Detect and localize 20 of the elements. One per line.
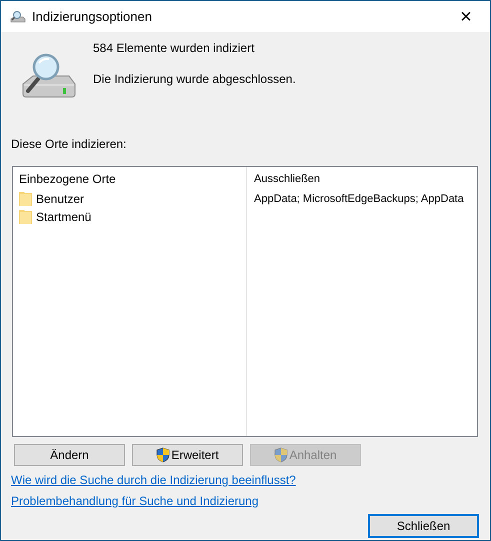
help-link[interactable]: Wie wird die Suche durch die Indizierung beeinflusst? <box>11 473 296 488</box>
location-name[interactable]: Startmenü <box>36 210 92 224</box>
folder-icon <box>19 191 33 207</box>
column-header: Ausschließen <box>254 173 320 185</box>
close-button[interactable]: Schließen <box>368 514 479 538</box>
search-drive-icon <box>10 10 26 24</box>
shield-icon <box>274 447 288 463</box>
close-icon[interactable]: × <box>451 6 481 26</box>
indexed-count: 584 Elemente wurden indiziert <box>93 41 256 56</box>
status-message: Die Indizierung wurde abgeschlossen. <box>93 72 296 87</box>
shield-icon <box>156 447 170 463</box>
section-label: Diese Orte indizieren: <box>11 137 126 152</box>
window-title: Indizierungsoptionen <box>32 9 153 24</box>
location-name[interactable]: Benutzer <box>36 192 84 206</box>
help-link[interactable]: Problembehandlung für Suche und Indizierung <box>11 494 259 509</box>
column-header: Einbezogene Orte <box>19 172 116 186</box>
shield-button[interactable]: Erweitert <box>132 444 243 466</box>
exclude-text: AppData; MicrosoftEdgeBackups; AppData <box>254 192 464 206</box>
folder-icon <box>19 209 33 225</box>
action-button[interactable]: Ändern <box>14 444 125 466</box>
